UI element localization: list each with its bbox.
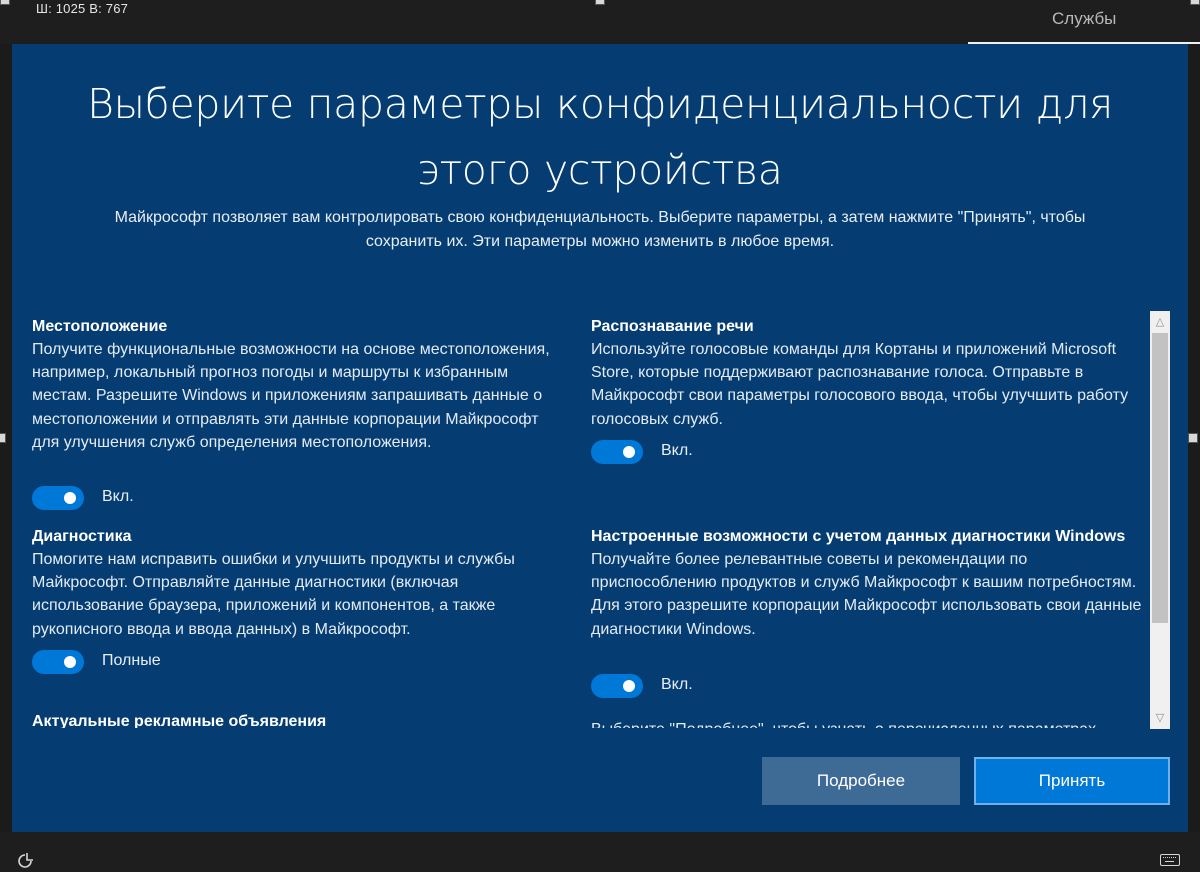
- page-title-line2: этого устройства: [417, 146, 783, 194]
- diagnostics-title: Диагностика: [32, 528, 132, 545]
- tailored-toggle-label: Вкл.: [661, 676, 693, 693]
- toggle-knob: [623, 446, 635, 458]
- location-title: Местоположение: [32, 318, 168, 335]
- tab-services-label[interactable]: Службы: [1052, 9, 1116, 29]
- chevron-down-icon[interactable]: ▽: [1150, 709, 1170, 727]
- toggle-knob: [64, 492, 76, 504]
- ads-title: Актуальные рекламные объявления: [32, 713, 327, 728]
- location-toggle-label: Вкл.: [102, 488, 134, 505]
- toggle-knob: [64, 656, 76, 668]
- resize-handle-top-left[interactable]: [0, 0, 10, 5]
- tailored-toggle[interactable]: [591, 674, 643, 698]
- location-toggle[interactable]: [32, 486, 84, 510]
- more-info-text: Выберите "Подробнее", чтобы узнать о пер…: [591, 718, 1151, 728]
- bottom-bar: [0, 832, 1200, 872]
- resize-handle-right[interactable]: [1188, 433, 1198, 443]
- scrollbar-thumb[interactable]: [1152, 333, 1168, 623]
- page-subtitle-line1: Майкрософт позволяет вам контролировать …: [114, 209, 1086, 226]
- location-section: Местоположение Получите функциональные в…: [32, 315, 567, 454]
- chevron-up-icon[interactable]: △: [1150, 313, 1170, 331]
- speech-description: Используйте голосовые команды для Кортан…: [591, 341, 1129, 428]
- speech-section: Распознавание речи Используйте голосовые…: [591, 315, 1136, 431]
- accept-button[interactable]: Принять: [974, 757, 1170, 805]
- keyboard-icon[interactable]: [1160, 854, 1180, 866]
- tailored-title: Настроенные возможности с учетом данных …: [591, 528, 1126, 545]
- more-info-section: Выберите "Подробнее", чтобы узнать о пер…: [591, 718, 1151, 728]
- learn-more-button[interactable]: Подробнее: [762, 757, 960, 805]
- window-dimensions-label: Ш: 1025 В: 767: [36, 1, 129, 16]
- diagnostics-toggle[interactable]: [32, 650, 84, 674]
- diagnostics-description: Помогите нам исправить ошибки и улучшить…: [32, 551, 515, 638]
- toggle-knob: [623, 680, 635, 692]
- tailored-section: Настроенные возможности с учетом данных …: [591, 525, 1151, 641]
- page-subtitle-line2: сохранить их. Эти параметры можно измени…: [365, 233, 835, 250]
- speech-title: Распознавание речи: [591, 318, 754, 335]
- ads-section: Актуальные рекламные объявления: [32, 710, 572, 728]
- diagnostics-section: Диагностика Помогите нам исправить ошибк…: [32, 525, 572, 641]
- accessibility-icon-graphic: [18, 853, 33, 868]
- resize-handle-top-right[interactable]: [1190, 0, 1200, 5]
- accessibility-icon[interactable]: [16, 852, 36, 870]
- resize-handle-top[interactable]: [595, 0, 605, 5]
- settings-scroll-area[interactable]: Местоположение Получите функциональные в…: [20, 310, 1170, 728]
- diagnostics-toggle-label: Полные: [102, 652, 161, 669]
- settings-scrollbar[interactable]: △ ▽: [1150, 311, 1170, 729]
- page-title-line1: Выберите параметры конфиденциальности дл…: [87, 80, 1113, 128]
- location-description: Получите функциональные возможности на о…: [32, 341, 550, 451]
- speech-toggle[interactable]: [591, 440, 643, 464]
- tailored-description: Получайте более релевантные советы и рек…: [591, 551, 1142, 638]
- speech-toggle-label: Вкл.: [661, 442, 693, 459]
- resize-handle-left[interactable]: [0, 433, 6, 443]
